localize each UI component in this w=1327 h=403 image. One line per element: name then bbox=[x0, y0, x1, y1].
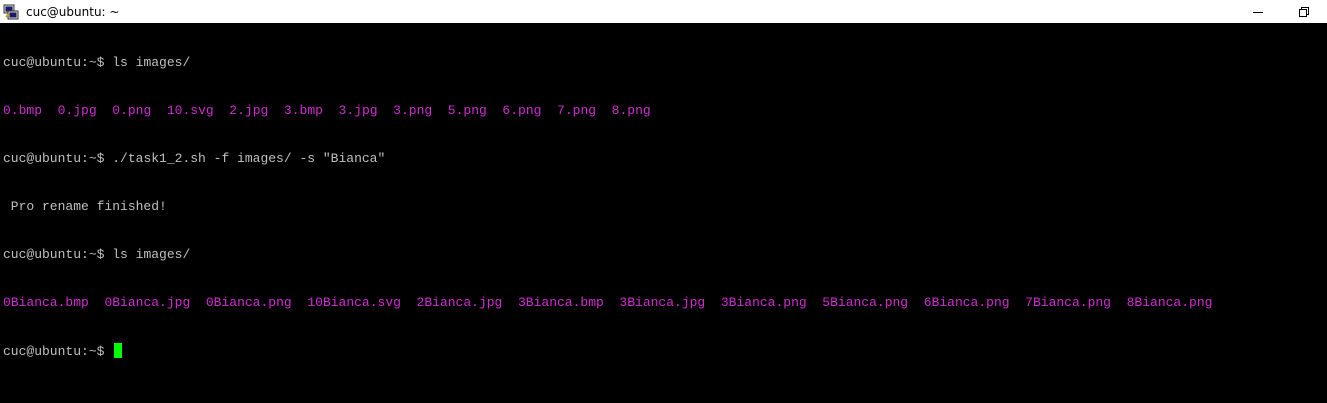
file-entry: 8.png bbox=[611, 103, 651, 118]
prompt: cuc@ubuntu:~$ bbox=[3, 151, 105, 166]
prompt: cuc@ubuntu:~$ bbox=[3, 55, 105, 70]
file-entry: 5Bianca.png bbox=[822, 295, 909, 310]
terminal-window: cuc@ubuntu: ~ cuc@ubuntu:~$ ls images/ 0… bbox=[0, 0, 1327, 403]
file-listing-after: 0Bianca.bmp 0Bianca.jpg 0Bianca.png 10Bi… bbox=[3, 295, 1327, 311]
file-entry: 7.png bbox=[557, 103, 597, 118]
file-entry: 2Bianca.jpg bbox=[416, 295, 503, 310]
file-entry: 3Bianca.png bbox=[720, 295, 807, 310]
file-entry: 3.png bbox=[393, 103, 433, 118]
prompt: cuc@ubuntu:~$ bbox=[3, 247, 105, 262]
restore-icon bbox=[1299, 6, 1309, 17]
putty-icon bbox=[3, 4, 19, 20]
file-entry: 5.png bbox=[447, 103, 487, 118]
minimize-button[interactable] bbox=[1235, 0, 1281, 23]
prompt: cuc@ubuntu:~$ bbox=[3, 344, 105, 359]
file-entry: 6.png bbox=[502, 103, 542, 118]
file-entry: 3.bmp bbox=[283, 103, 323, 118]
file-entry: 3Bianca.bmp bbox=[517, 295, 604, 310]
file-entry: 0Bianca.jpg bbox=[104, 295, 191, 310]
file-entry: 0.png bbox=[112, 103, 152, 118]
file-entry: 0Bianca.bmp bbox=[3, 295, 89, 310]
minimize-icon bbox=[1253, 11, 1263, 13]
file-entry: 6Bianca.png bbox=[923, 295, 1010, 310]
terminal-output[interactable]: cuc@ubuntu:~$ ls images/ 0.bmp 0.jpg 0.p… bbox=[0, 23, 1327, 403]
command-line[interactable]: cuc@ubuntu:~$ bbox=[3, 343, 1327, 359]
file-entry: 10Bianca.svg bbox=[307, 295, 401, 310]
window-title: cuc@ubuntu: ~ bbox=[26, 4, 120, 19]
command-line: cuc@ubuntu:~$ ls images/ bbox=[3, 247, 1327, 263]
file-entry: 8Bianca.png bbox=[1126, 295, 1213, 310]
file-entry: 3Bianca.jpg bbox=[619, 295, 706, 310]
command: ./task1_2.sh -f images/ -s "Bianca" bbox=[112, 151, 386, 166]
file-entry: 0Bianca.png bbox=[205, 295, 292, 310]
file-entry: 0.jpg bbox=[57, 103, 97, 118]
text-cursor bbox=[114, 343, 123, 358]
file-entry: 3.jpg bbox=[338, 103, 378, 118]
command: ls images/ bbox=[112, 55, 191, 70]
file-listing-before: 0.bmp 0.jpg 0.png 10.svg 2.jpg 3.bmp 3.j… bbox=[3, 103, 1327, 119]
restore-button[interactable] bbox=[1281, 0, 1327, 23]
file-entry: 2.jpg bbox=[229, 103, 269, 118]
file-entry: 0.bmp bbox=[3, 103, 43, 118]
file-entry: 10.svg bbox=[166, 103, 214, 118]
rename-message: Pro rename finished! bbox=[3, 199, 167, 214]
command: ls images/ bbox=[112, 247, 191, 262]
command-line: cuc@ubuntu:~$ ./task1_2.sh -f images/ -s… bbox=[3, 151, 1327, 167]
window-controls bbox=[1235, 0, 1327, 23]
file-entry: 7Bianca.png bbox=[1025, 295, 1111, 310]
title-bar[interactable]: cuc@ubuntu: ~ bbox=[0, 0, 1327, 23]
command-line: cuc@ubuntu:~$ ls images/ bbox=[3, 55, 1327, 71]
